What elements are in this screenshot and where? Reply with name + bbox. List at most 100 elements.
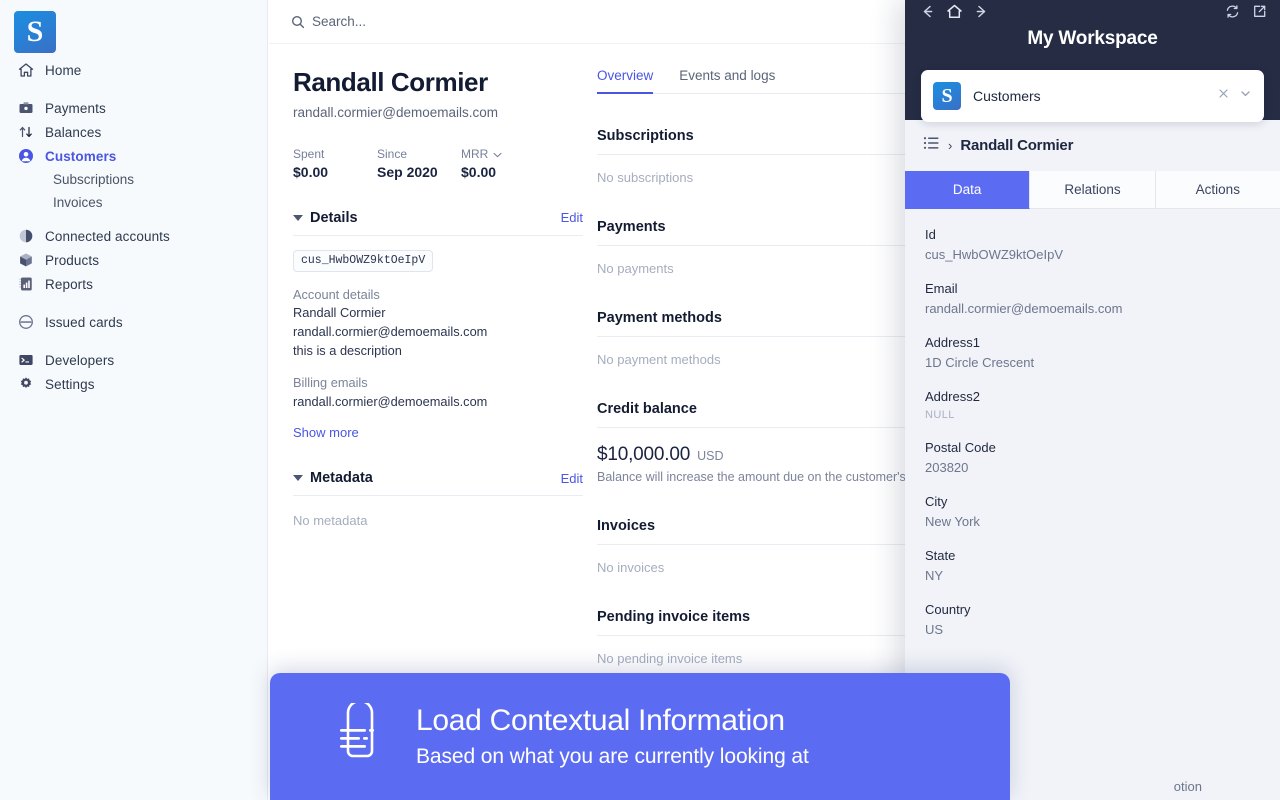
field-key: Email — [925, 281, 958, 296]
banner-text: Load Contextual Information Based on wha… — [416, 704, 809, 770]
stat-since: Since Sep 2020 — [377, 147, 461, 180]
sidebar-item-issued-cards[interactable]: Issued cards — [8, 310, 260, 334]
home-icon — [16, 60, 36, 80]
payments-icon — [16, 98, 36, 118]
sidebar-item-payments[interactable]: Payments — [8, 96, 260, 120]
edit-metadata-link[interactable]: Edit — [561, 471, 583, 486]
sidebar-divider — [0, 296, 268, 310]
sidebar-item-label: Customers — [45, 148, 117, 164]
refresh-icon[interactable] — [1225, 4, 1240, 24]
stat-spent: Spent $0.00 — [293, 147, 377, 180]
tab-relations[interactable]: Relations — [1030, 171, 1156, 209]
data-field-address2: Address2 NULL — [925, 389, 1280, 421]
sidebar-item-products[interactable]: Products — [8, 248, 260, 272]
chevron-down-icon[interactable] — [1239, 87, 1252, 105]
chevron-down-icon[interactable] — [493, 147, 502, 161]
customer-id-chip[interactable]: cus_HwbOWZ9ktOeIpV — [293, 249, 434, 272]
field-value: this is a description — [293, 342, 402, 358]
sidebar-nav: Home Payments Balances Customers Subscri… — [0, 58, 268, 396]
external-link-icon[interactable] — [1252, 4, 1267, 24]
divider — [293, 234, 583, 236]
sidebar-item-subscriptions[interactable]: Subscriptions — [8, 168, 260, 191]
field-value: Randall Cormier — [293, 305, 386, 321]
list-icon[interactable] — [923, 136, 940, 155]
details-title: Details — [310, 209, 358, 226]
metadata-section-header: Metadata Edit — [293, 470, 583, 486]
metadata-title: Metadata — [310, 470, 373, 487]
banner-title: Load Contextual Information — [416, 703, 785, 737]
sidebar-item-label: Payments — [45, 100, 106, 116]
sidebar-item-settings[interactable]: Settings — [8, 372, 260, 396]
banner-subtitle: Based on what you are currently looking … — [416, 745, 809, 769]
field-key: Id — [925, 227, 936, 242]
document-lines-icon — [332, 699, 388, 770]
close-icon[interactable] — [1217, 87, 1230, 105]
stat-mrr[interactable]: MRR $0.00 — [461, 147, 545, 180]
metadata-toggle[interactable]: Metadata — [293, 470, 373, 486]
stat-label-wrap: MRR — [461, 147, 545, 161]
sidebar-item-customers[interactable]: Customers — [8, 144, 260, 168]
tab-actions[interactable]: Actions — [1155, 171, 1280, 209]
stat-label: MRR — [461, 146, 489, 161]
data-field-id: Id cus_HwbOWZ9ktOeIpV — [925, 227, 1280, 262]
caret-down-icon — [293, 214, 303, 221]
field-value: randall.cormier@demoemails.com — [293, 323, 488, 339]
search-placeholder: Search... — [312, 14, 367, 29]
panel-tool-controls — [1225, 4, 1267, 24]
caret-down-icon — [293, 475, 303, 482]
show-more-link[interactable]: Show more — [293, 425, 583, 440]
sidebar-divider — [0, 214, 268, 224]
field-key: Postal Code — [925, 440, 996, 455]
breadcrumb-separator: › — [948, 138, 953, 153]
stat-label: Since — [377, 146, 408, 161]
sidebar-item-label: Connected accounts — [45, 228, 170, 244]
issued-cards-icon — [16, 312, 36, 332]
credit-balance-amount: $10,000.00 — [597, 444, 691, 465]
app-root: S Home Payments Balances Customers Subsc… — [0, 0, 1280, 800]
search-icon — [291, 15, 305, 29]
field-value: NULL — [925, 409, 955, 421]
partial-field-text: otion — [1173, 779, 1202, 794]
brand-logo[interactable]: S — [14, 11, 56, 53]
app-selector-card[interactable]: S Customers — [921, 70, 1264, 122]
field-value: New York — [925, 514, 980, 529]
sidebar-item-label: Products — [45, 252, 100, 268]
search-input[interactable]: Search... — [291, 14, 366, 29]
sidebar-item-balances[interactable]: Balances — [8, 120, 260, 144]
panel-nav-controls — [919, 3, 990, 25]
forward-arrow-icon[interactable] — [973, 3, 990, 25]
products-icon — [16, 250, 36, 270]
app-card-actions — [1217, 87, 1252, 105]
stat-label: Spent — [293, 146, 325, 161]
edit-details-link[interactable]: Edit — [561, 210, 583, 225]
tab-events-and-logs[interactable]: Events and logs — [679, 68, 775, 93]
sidebar-item-developers[interactable]: Developers — [8, 348, 260, 372]
sidebar-item-connected-accounts[interactable]: Connected accounts — [8, 224, 260, 248]
data-field-country: Country US — [925, 602, 1280, 637]
sidebar-item-invoices[interactable]: Invoices — [8, 191, 260, 214]
contextual-information-banner[interactable]: Load Contextual Information Based on wha… — [270, 673, 1010, 800]
field-value: randall.cormier@demoemails.com — [293, 393, 488, 409]
breadcrumb: › Randall Cormier — [905, 120, 1280, 155]
customer-detail-column: Randall Cormier randall.cormier@demoemai… — [293, 67, 583, 528]
back-arrow-icon[interactable] — [919, 3, 936, 25]
home-icon[interactable] — [946, 3, 963, 25]
settings-icon — [16, 374, 36, 394]
data-field-city: City New York — [925, 494, 1280, 529]
stat-value: $0.00 — [293, 163, 329, 180]
tab-data[interactable]: Data — [905, 171, 1031, 209]
balances-icon — [16, 122, 36, 142]
app-name: Customers — [973, 88, 1041, 104]
sidebar-item-reports[interactable]: Reports — [8, 272, 260, 296]
sidebar-item-label: Issued cards — [45, 314, 123, 330]
sidebar-item-home[interactable]: Home — [8, 58, 260, 82]
panel-data-fields: Id cus_HwbOWZ9ktOeIpV Email randall.corm… — [905, 209, 1280, 637]
panel-title: My Workspace — [1027, 28, 1158, 49]
reports-icon — [16, 274, 36, 294]
field-label: Billing emails — [293, 375, 368, 391]
tab-overview[interactable]: Overview — [597, 68, 654, 94]
sidebar-item-label: Balances — [45, 124, 102, 140]
sidebar-item-label: Developers — [45, 352, 115, 368]
details-toggle[interactable]: Details — [293, 210, 358, 226]
data-field-state: State NY — [925, 548, 1280, 583]
